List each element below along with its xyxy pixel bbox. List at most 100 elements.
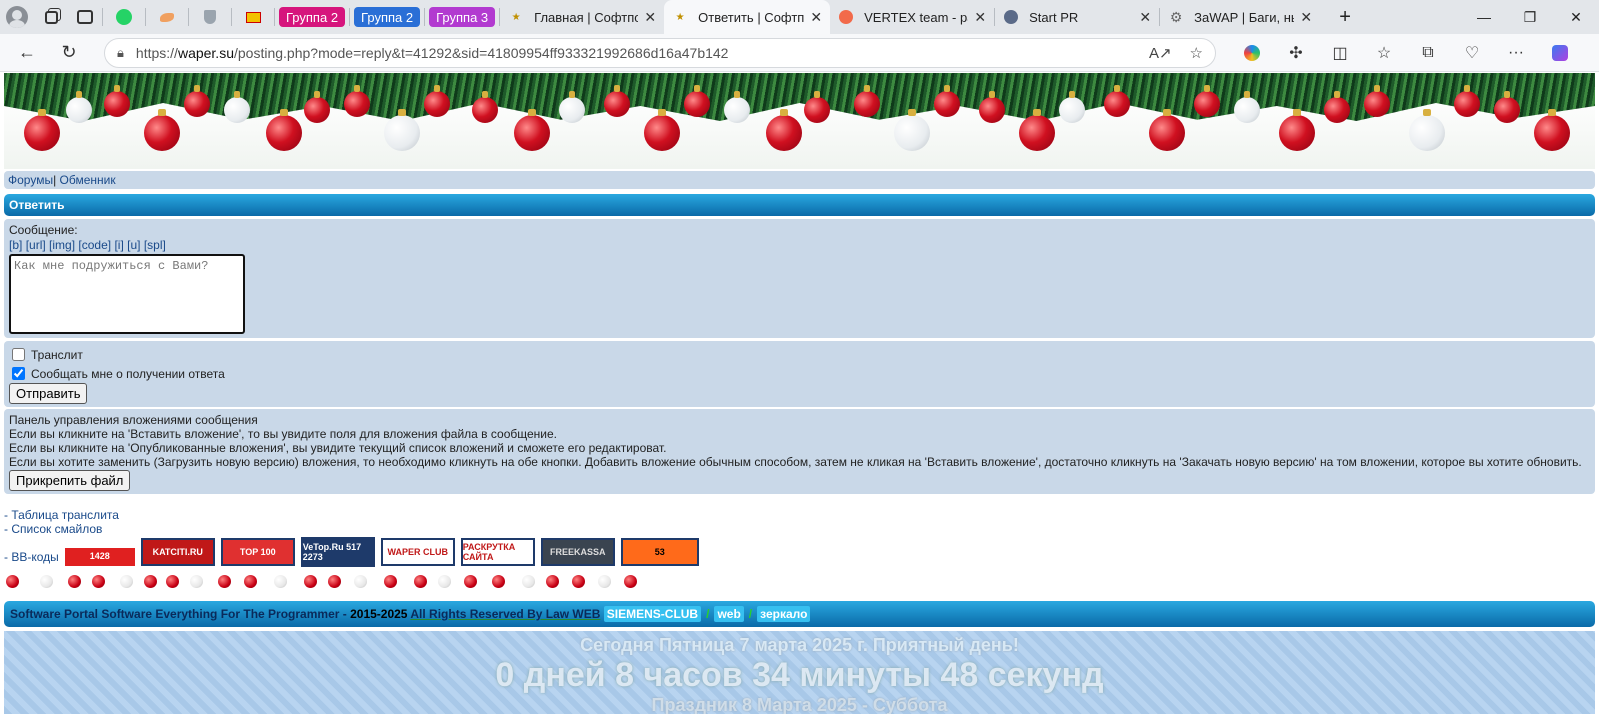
close-icon[interactable]: ✕: [1300, 9, 1312, 26]
pinned-tab-shield-icon[interactable]: [189, 0, 231, 34]
help-links: - Таблица транслита - Список смайлов: [4, 508, 119, 536]
counter-1428[interactable]: 1428: [64, 538, 135, 566]
counter-katciti[interactable]: KATCITI.RU: [140, 538, 215, 566]
lock-icon[interactable]: 🔒︎: [117, 45, 124, 61]
christmas-ball-icon: [724, 91, 750, 123]
mirror-link[interactable]: зеркало: [757, 606, 811, 622]
smiles-list-link[interactable]: - Список смайлов: [4, 522, 102, 536]
christmas-ball-icon: [24, 109, 60, 151]
bbcodes-link[interactable]: - ВВ-коды: [4, 550, 59, 564]
close-icon[interactable]: ✕: [644, 9, 656, 26]
new-tab-plus-icon[interactable]: +: [1328, 0, 1362, 34]
split-screen-icon[interactable]: ◫: [1318, 34, 1362, 72]
window-close-icon[interactable]: ✕: [1553, 0, 1599, 34]
attach-file-button[interactable]: Прикрепить файл: [9, 470, 131, 491]
bbcode-bold[interactable]: [b]: [9, 238, 22, 252]
message-textarea[interactable]: [9, 254, 245, 334]
christmas-ball-icon: [1324, 91, 1350, 123]
close-icon[interactable]: ✕: [1139, 9, 1151, 26]
christmas-ball-icon: [384, 109, 420, 151]
christmas-ball-icon: [344, 85, 370, 117]
url-field[interactable]: 🔒︎ https://waper.su/posting.php?mode=rep…: [104, 37, 1216, 68]
counter-53[interactable]: 53: [620, 538, 699, 566]
christmas-ball-icon: [514, 109, 550, 151]
forums-link[interactable]: Форумы: [8, 173, 53, 187]
tab-group-1[interactable]: Группа 2: [279, 7, 346, 27]
footer-tagline: Software Portal Software Everything For …: [10, 607, 347, 621]
message-label: Сообщение:: [9, 223, 78, 237]
notify-option[interactable]: Сообщать мне о получении ответа: [9, 364, 1590, 383]
browser-tab-bar: Группа 2 Группа 2 Группа 3 ★ Главная | С…: [0, 0, 1599, 34]
attachments-help-1: Если вы кликните на 'Вставить вложение',…: [9, 427, 557, 441]
bbcode-underline[interactable]: [u]: [127, 238, 140, 252]
notify-checkbox[interactable]: [12, 367, 25, 380]
rights-link[interactable]: All Rights Reserved By Law WEB: [410, 607, 600, 621]
christmas-ball-icon: [104, 85, 130, 117]
christmas-ball-icon: [144, 109, 180, 151]
restore-icon[interactable]: ❐: [1507, 0, 1553, 34]
counter-top100[interactable]: TOP 100: [220, 538, 295, 566]
favorite-star-icon[interactable]: ☆: [1190, 44, 1203, 62]
translit-option[interactable]: Транслит: [9, 345, 1590, 364]
back-arrow-icon[interactable]: ←: [6, 34, 48, 72]
footer-slash: /: [748, 607, 753, 621]
workspaces-icon[interactable]: [34, 0, 68, 34]
counter-waper-club[interactable]: WAPER CLUB: [380, 538, 455, 566]
christmas-ball-icon: [66, 91, 92, 123]
counters-row: - ВВ-коды 1428 KATCITI.RU TOP 100 VeTop.…: [4, 537, 699, 567]
mini-ball-icon: [120, 575, 133, 588]
siemens-club-link[interactable]: SIEMENS-CLUB: [603, 606, 702, 622]
bbcode-code[interactable]: [code]: [78, 238, 111, 252]
bbcode-url[interactable]: [url]: [26, 238, 46, 252]
attachments-title: Панель управления вложениями сообщения: [9, 413, 258, 427]
mini-ball-icon: [464, 575, 477, 588]
copilot-sidebar-icon[interactable]: [1538, 34, 1582, 72]
tab-actions-icon[interactable]: [68, 0, 102, 34]
pinned-tab-mail-icon[interactable]: [232, 0, 274, 34]
tab-reply-softportal[interactable]: ★ Ответить | Софтпор ✕: [664, 0, 831, 34]
read-aloud-icon[interactable]: A↗: [1149, 44, 1172, 62]
profile-avatar-icon[interactable]: [0, 0, 34, 34]
submit-button[interactable]: Отправить: [9, 383, 88, 404]
counter-freekassa[interactable]: FREEKASSA: [540, 538, 615, 566]
softportal-star-icon: ★: [511, 11, 521, 23]
translit-table-link[interactable]: - Таблица транслита: [4, 508, 119, 522]
close-icon[interactable]: ✕: [974, 9, 986, 26]
url-path: /posting.php?mode=reply&t=41292&sid=4180…: [234, 44, 729, 61]
christmas-ball-icon: [224, 91, 250, 123]
tab-zawap[interactable]: ⚙ ЗаWAP | Баги, ньан ✕: [1160, 0, 1320, 34]
christmas-ball-icon: [1234, 91, 1260, 123]
exchange-link[interactable]: Обменник: [60, 173, 116, 187]
tab-main-softportal[interactable]: ★ Главная | Софтпор ✕: [500, 0, 664, 34]
minimize-icon[interactable]: —: [1461, 0, 1507, 34]
translit-checkbox[interactable]: [12, 348, 25, 361]
christmas-ball-icon: [766, 109, 802, 151]
page-content: Форумы| Обменник Ответить Сообщение: [b]…: [0, 73, 1599, 714]
counter-promotion[interactable]: РАСКРУТКА САЙТА: [460, 538, 535, 566]
tab-group-2[interactable]: Группа 2: [354, 7, 421, 27]
web-link[interactable]: web: [714, 606, 744, 622]
browser-essentials-icon[interactable]: ♡: [1450, 34, 1494, 72]
copilot-icon[interactable]: [1230, 34, 1274, 72]
christmas-ball-icon: [934, 85, 960, 117]
pinned-tab-whatsapp-icon[interactable]: [103, 0, 145, 34]
reload-icon[interactable]: ↻: [48, 34, 90, 72]
bbcode-spoiler[interactable]: [spl]: [144, 238, 166, 252]
countdown-text: 0 дней 8 часов 34 минуты 48 секунд: [495, 656, 1104, 694]
tab-start-pr[interactable]: Start PR ✕: [995, 0, 1159, 34]
bbcode-img[interactable]: [img]: [49, 238, 75, 252]
mini-ball-icon: [166, 575, 179, 588]
collections-icon[interactable]: ⧉: [1406, 34, 1450, 72]
bbcode-italic[interactable]: [i]: [114, 238, 123, 252]
tab-separator: [349, 8, 351, 26]
tab-vertex-team[interactable]: VERTEX team - разр ✕: [830, 0, 994, 34]
christmas-ball-icon: [184, 85, 210, 117]
extensions-icon[interactable]: ✣: [1274, 34, 1318, 72]
pinned-tab-bird-icon[interactable]: [146, 0, 188, 34]
counter-vetop[interactable]: VeTop.Ru 517 2273: [300, 537, 375, 567]
tab-group-3[interactable]: Группа 3: [429, 7, 496, 27]
settings-more-icon[interactable]: ···: [1494, 34, 1538, 72]
tab-title: ЗаWAP | Баги, ньан: [1194, 9, 1295, 25]
close-icon[interactable]: ✕: [810, 9, 822, 26]
favorites-icon[interactable]: ☆: [1362, 34, 1406, 72]
